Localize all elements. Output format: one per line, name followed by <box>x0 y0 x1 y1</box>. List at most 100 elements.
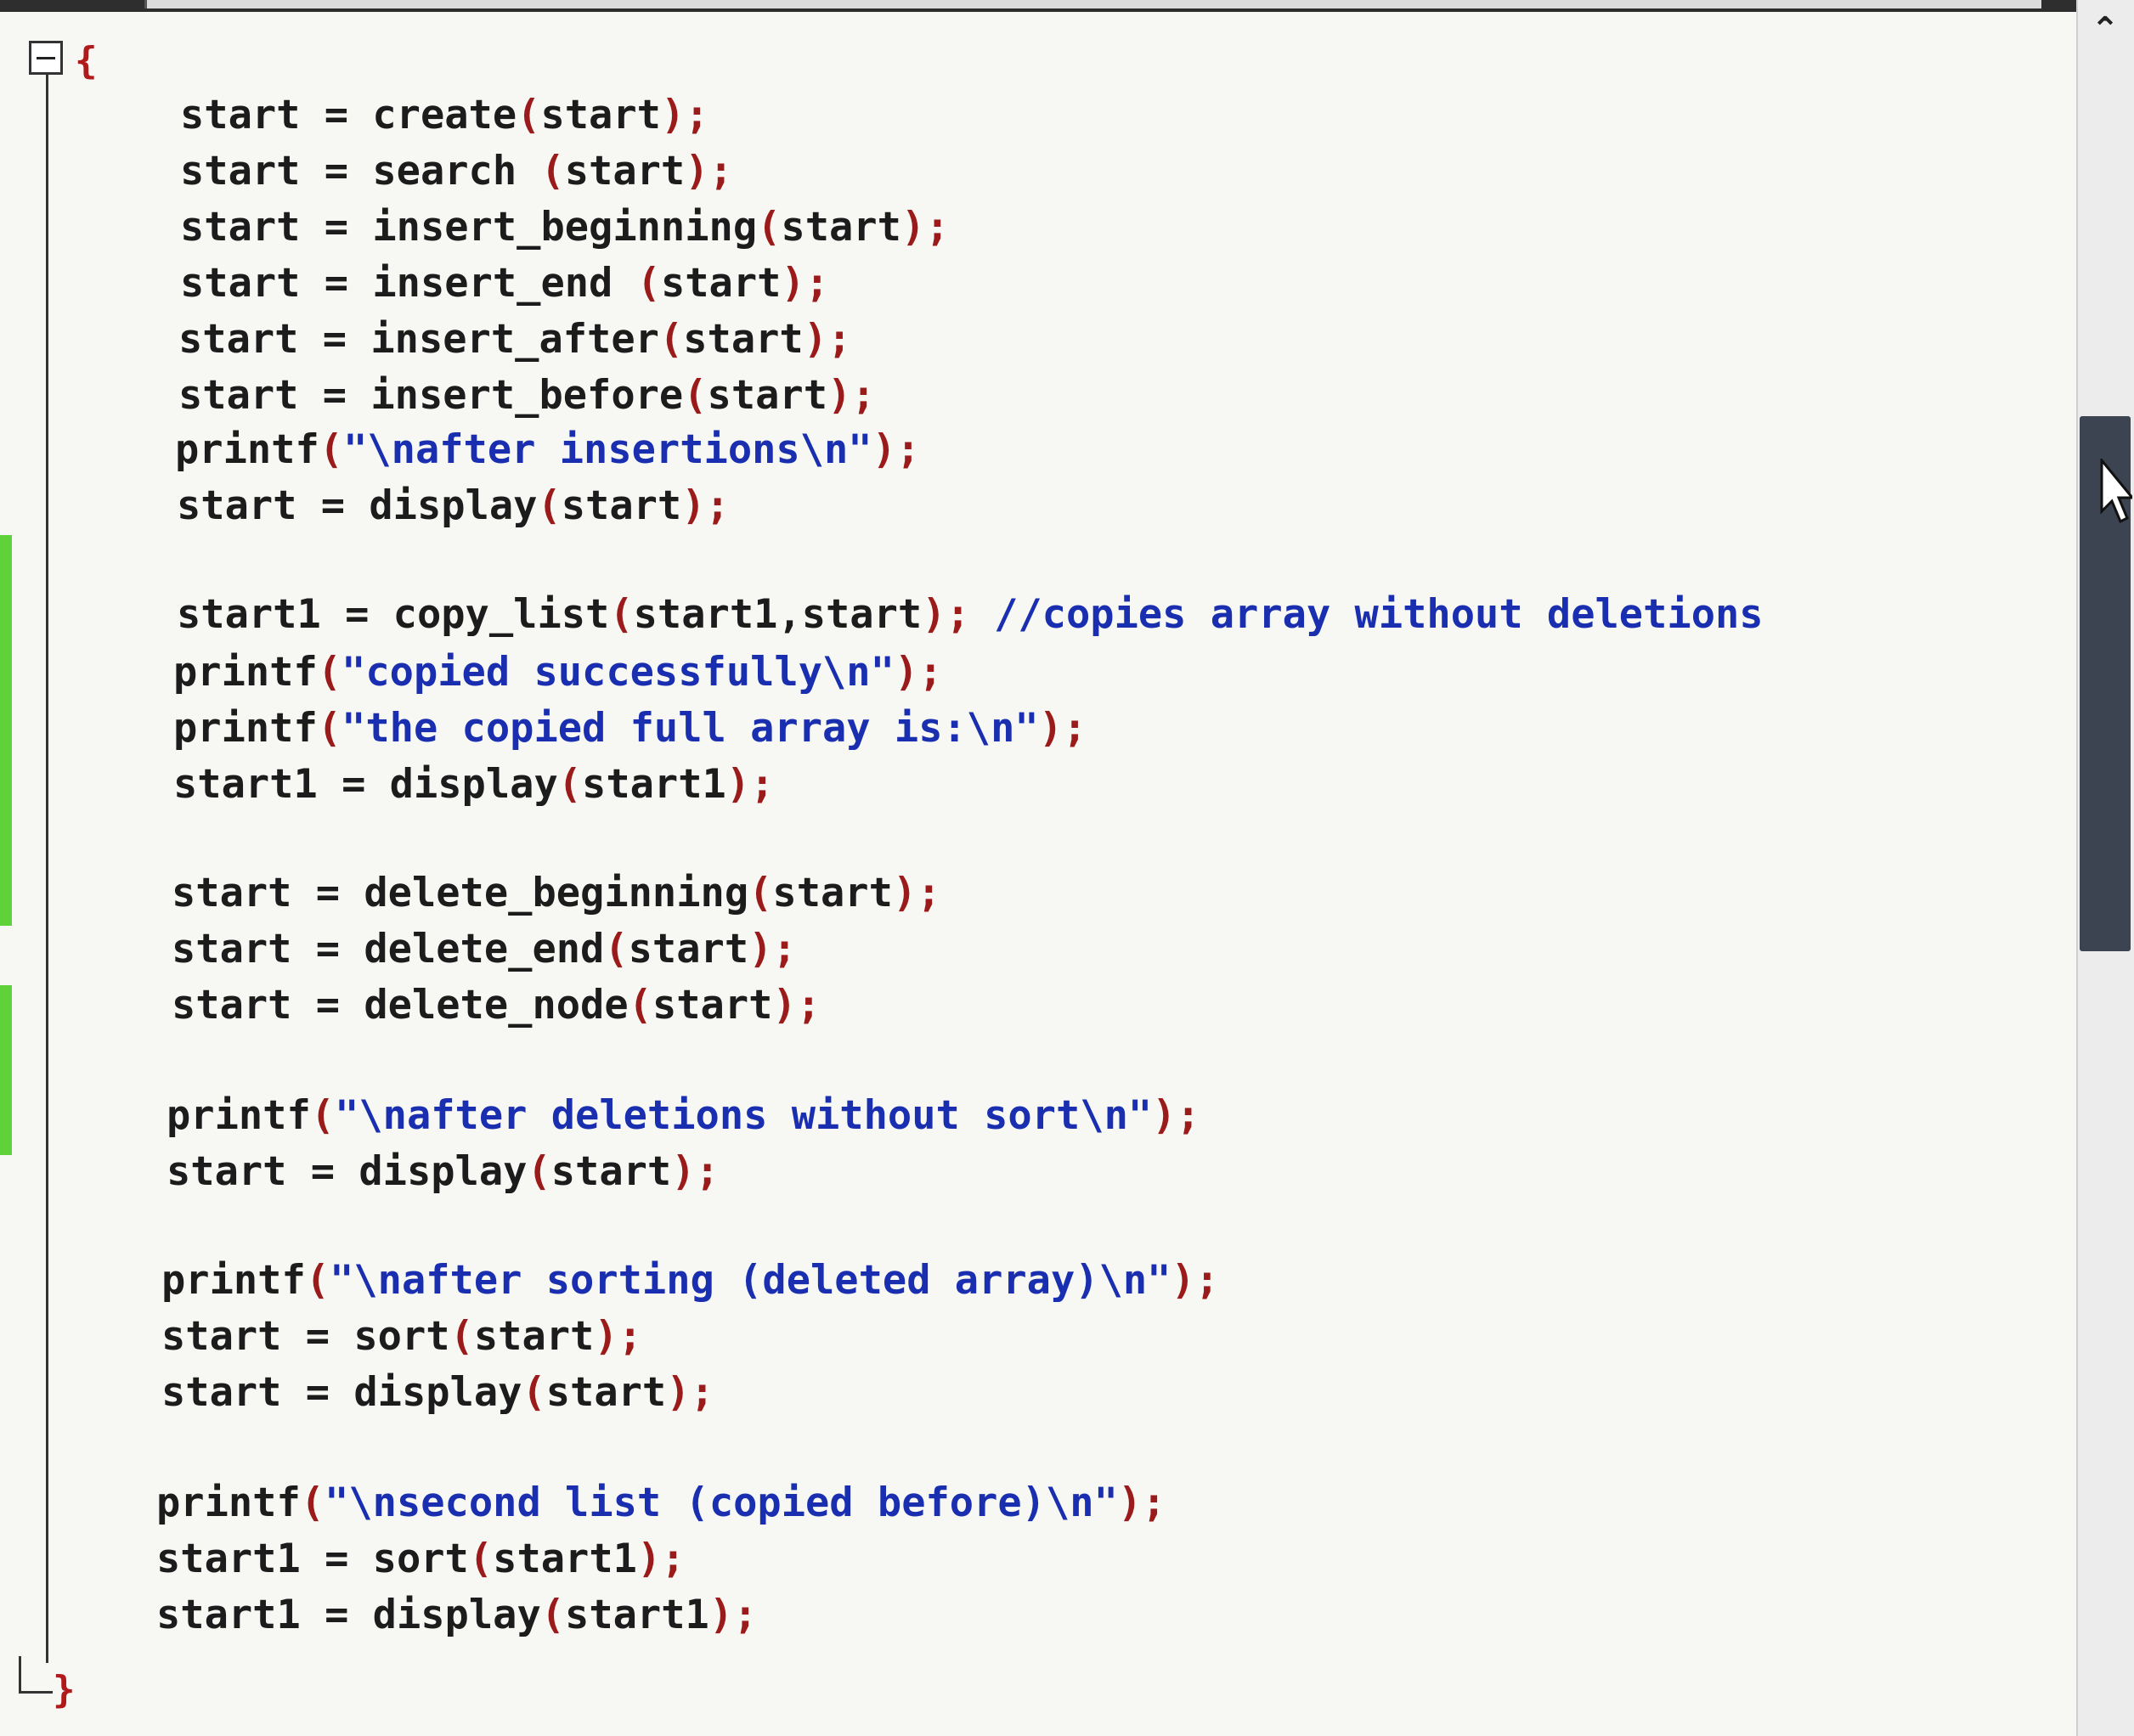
code-argument: start1 <box>565 1592 709 1638</box>
open-paren: ( <box>658 316 684 363</box>
code-editor[interactable]: { } start = create(start); start = search… <box>0 0 2134 1736</box>
open-paren: ( <box>527 1148 551 1195</box>
close-paren-semicolon: ); <box>748 926 797 972</box>
code-statement: printf <box>156 1480 301 1526</box>
code-argument: start1 <box>493 1536 637 1582</box>
code-statement: start = insert_end <box>180 260 637 307</box>
string-literal: "\nsecond list (copied before)\n" <box>325 1480 1118 1526</box>
open-paren: ( <box>540 1592 566 1638</box>
open-paren: ( <box>449 1313 474 1360</box>
close-paren-semicolon: ); <box>725 761 775 808</box>
code-argument: start <box>707 372 828 419</box>
code-line[interactable]: start = create(start); <box>180 95 709 135</box>
close-paren-semicolon: ); <box>872 426 921 473</box>
close-paren-semicolon: ); <box>892 870 941 916</box>
close-paren-semicolon: ); <box>894 649 943 696</box>
code-statement: start1 = display <box>156 1592 541 1638</box>
open-paren: ( <box>317 649 342 696</box>
open-brace: { <box>75 39 98 82</box>
close-paren-semicolon: ); <box>1038 705 1087 752</box>
code-argument: start <box>545 1369 667 1416</box>
code-line[interactable]: printf("\nafter insertions\n"); <box>175 430 920 470</box>
code-statement: start = display <box>177 482 538 529</box>
code-line[interactable]: start1 = display(start1); <box>173 764 774 804</box>
close-paren-semicolon: ); <box>594 1313 642 1360</box>
code-line[interactable]: printf("\nafter deletions without sort\n… <box>167 1096 1200 1136</box>
close-paren-semicolon: ); <box>803 316 852 363</box>
code-argument: start <box>473 1313 595 1360</box>
open-paren: ( <box>537 482 562 529</box>
code-argument: start <box>660 260 782 307</box>
code-line[interactable]: printf("copied successfully\n"); <box>173 652 943 692</box>
string-literal: "\nafter insertions\n" <box>343 426 872 473</box>
code-statement: printf <box>161 1257 306 1304</box>
change-marker <box>0 535 12 926</box>
code-statement: start1 = display <box>173 761 558 808</box>
code-statement: start = sort <box>161 1313 450 1360</box>
code-line[interactable]: printf("\nsecond list (copied before)\n"… <box>156 1483 1166 1523</box>
code-statement: printf <box>167 1092 311 1139</box>
scroll-up-icon[interactable]: ⌃ <box>2076 0 2134 59</box>
open-paren: ( <box>517 92 541 138</box>
code-line[interactable]: start = display(start); <box>161 1372 714 1412</box>
open-paren: ( <box>300 1480 325 1526</box>
open-paren: ( <box>468 1536 494 1582</box>
code-argument: start <box>564 148 686 194</box>
string-literal: "the copied full array is:\n" <box>342 705 1039 752</box>
open-paren: ( <box>683 372 708 419</box>
fold-guide-line <box>46 75 48 1663</box>
close-brace: } <box>53 1668 76 1711</box>
code-line[interactable]: start = insert_after(start); <box>178 319 851 359</box>
close-paren-semicolon: ); <box>660 92 709 138</box>
open-paren: ( <box>317 705 342 752</box>
fold-collapse-icon[interactable] <box>29 41 63 75</box>
open-paren: ( <box>604 926 629 972</box>
code-line[interactable]: start = insert_end (start); <box>180 263 829 303</box>
open-paren: ( <box>609 591 634 638</box>
code-statement: start = insert_beginning <box>180 204 758 251</box>
code-argument: start <box>628 926 749 972</box>
open-paren: ( <box>757 204 782 251</box>
code-line[interactable]: start = search (start); <box>180 151 733 191</box>
code-line[interactable]: start = insert_before(start); <box>178 375 876 415</box>
close-paren-semicolon: ); <box>709 1592 758 1638</box>
code-statement: start = insert_before <box>178 372 684 419</box>
code-statement: printf <box>175 426 319 473</box>
close-paren-semicolon: ); <box>1117 1480 1166 1526</box>
code-statement: start = delete_node <box>172 982 629 1029</box>
code-line[interactable]: start1 = sort(start1); <box>156 1539 686 1579</box>
code-statement: start = display <box>161 1369 522 1416</box>
code-line[interactable]: start1 = copy_list(start1,start); //copi… <box>177 595 1764 634</box>
code-argument: start <box>550 1148 672 1195</box>
code-line[interactable]: start = delete_beginning(start); <box>172 873 941 913</box>
code-line[interactable]: start1 = display(start1); <box>156 1595 757 1635</box>
code-argument: start <box>540 92 661 138</box>
string-literal: "\nafter deletions without sort\n" <box>335 1092 1153 1139</box>
code-line[interactable]: start = display(start); <box>167 1152 720 1192</box>
close-paren-semicolon: ); <box>1171 1257 1220 1304</box>
code-line[interactable]: start = sort(start); <box>161 1316 642 1356</box>
close-paren-semicolon: ); <box>685 148 733 194</box>
mouse-pointer-icon <box>2100 459 2132 524</box>
editor-tab[interactable] <box>144 0 2041 8</box>
code-statement: start1 = sort <box>156 1536 469 1582</box>
code-argument: start1 <box>582 761 726 808</box>
string-literal: "copied successfully\n" <box>342 649 895 696</box>
close-paren-semicolon: ); <box>772 982 821 1029</box>
open-paren: ( <box>305 1257 330 1304</box>
code-line[interactable]: start = delete_node(start); <box>172 985 821 1025</box>
close-paren-semicolon: ); <box>922 591 970 638</box>
close-paren-semicolon: ); <box>636 1536 686 1582</box>
code-line[interactable]: printf("\nafter sorting (deleted array)\… <box>161 1260 1219 1300</box>
open-paren: ( <box>522 1369 546 1416</box>
code-line[interactable]: start = delete_end(start); <box>172 929 797 969</box>
fold-end-marker <box>19 1656 53 1694</box>
code-line[interactable]: start = insert_beginning(start); <box>180 207 950 247</box>
open-paren: ( <box>540 148 565 194</box>
code-statement: printf <box>173 705 318 752</box>
open-paren: ( <box>319 426 344 473</box>
code-line[interactable]: printf("the copied full array is:\n"); <box>173 708 1087 748</box>
code-line[interactable]: start = display(start); <box>177 486 730 526</box>
code-statement: start = insert_after <box>178 316 659 363</box>
close-paren-semicolon: ); <box>900 204 950 251</box>
